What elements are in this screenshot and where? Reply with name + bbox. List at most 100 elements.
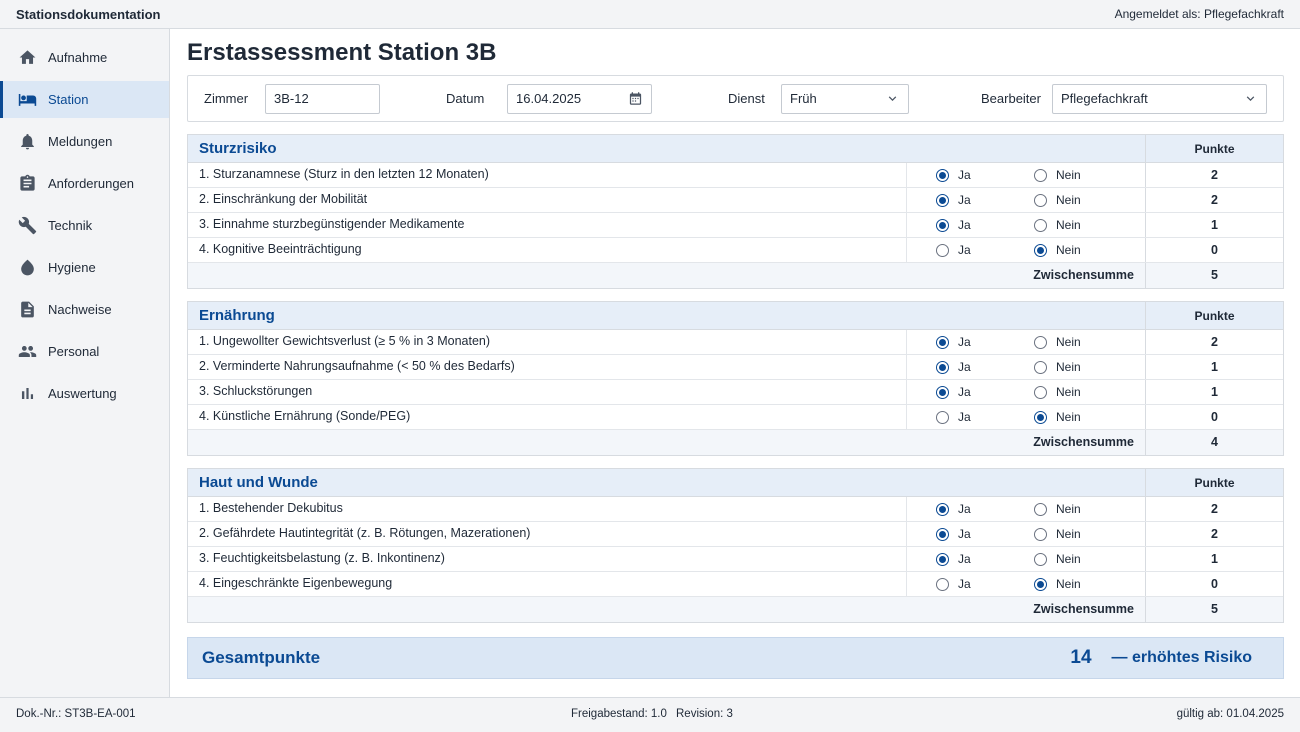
option-ja[interactable]: Ja [936, 360, 1034, 374]
radio-ja[interactable] [936, 502, 949, 516]
revision: Revision: 3 [676, 708, 733, 720]
sidebar-item-station[interactable]: Station [0, 81, 169, 118]
subtotal-row: Zwischensumme 4 [188, 430, 1283, 455]
option-nein[interactable]: Nein [1034, 502, 1124, 516]
option-ja[interactable]: Ja [936, 335, 1034, 349]
option-ja[interactable]: Ja [936, 552, 1034, 566]
release-state: Freigabestand: 1.0 [571, 708, 667, 720]
sidebar-item-meldungen[interactable]: Meldungen [0, 123, 169, 160]
table-row: 1. Sturzanamnese (Sturz in den letzten 1… [188, 163, 1283, 188]
radio-ja[interactable] [936, 243, 949, 257]
radio-nein[interactable] [1034, 168, 1047, 182]
option-nein[interactable]: Nein [1034, 410, 1124, 424]
radio-ja[interactable] [936, 385, 949, 399]
option-label: Nein [1056, 502, 1081, 516]
table-row: 4. Kognitive Beeinträchtigung Ja Nein 0 [188, 238, 1283, 263]
row-points: 1 [1145, 213, 1283, 237]
option-label: Ja [958, 193, 971, 207]
calendar-icon[interactable] [628, 91, 643, 106]
radio-ja[interactable] [936, 552, 949, 566]
sidebar-item-aufnahme[interactable]: Aufnahme [0, 39, 169, 76]
bearbeiter-select[interactable]: Pflegefachkraft [1052, 83, 1267, 114]
radio-ja[interactable] [936, 193, 949, 207]
answer-group: Ja Nein [906, 547, 1145, 571]
points-column-header: Punkte [1145, 302, 1283, 329]
sidebar-item-nachweise[interactable]: Nachweise [0, 291, 169, 328]
answer-group: Ja Nein [906, 522, 1145, 546]
radio-ja[interactable] [936, 218, 949, 232]
option-ja[interactable]: Ja [936, 218, 1034, 232]
option-label: Nein [1056, 577, 1081, 591]
option-ja[interactable]: Ja [936, 527, 1034, 541]
total-bar: Gesamtpunkte 14 — erhöhtes Risiko [187, 637, 1284, 679]
option-nein[interactable]: Nein [1034, 243, 1124, 257]
option-nein[interactable]: Nein [1034, 360, 1124, 374]
option-nein[interactable]: Nein [1034, 335, 1124, 349]
top-bar: Stationsdokumentation Angemeldet als: Pf… [0, 0, 1300, 29]
radio-ja[interactable] [936, 410, 949, 424]
subtotal-value: 4 [1145, 430, 1283, 455]
option-label: Nein [1056, 552, 1081, 566]
sidebar-item-auswertung[interactable]: Auswertung [0, 375, 169, 412]
radio-nein[interactable] [1034, 218, 1047, 232]
radio-ja[interactable] [936, 527, 949, 541]
radio-nein[interactable] [1034, 552, 1047, 566]
radio-nein[interactable] [1034, 502, 1047, 516]
table-row: 2. Gefährdete Hautintegrität (z. B. Rötu… [188, 522, 1283, 547]
valid-from: gültig ab: 01.04.2025 [1176, 708, 1284, 720]
sidebar-item-label: Personal [48, 344, 100, 359]
doc-number: Dok.-Nr.: ST3B-EA-001 [16, 708, 136, 720]
option-ja[interactable]: Ja [936, 385, 1034, 399]
dienst-select[interactable]: Früh [781, 83, 909, 114]
sidebar-item-technik[interactable]: Technik [0, 207, 169, 244]
option-nein[interactable]: Nein [1034, 193, 1124, 207]
row-points: 2 [1145, 163, 1283, 187]
answer-group: Ja Nein [906, 497, 1145, 521]
subtotal-row: Zwischensumme 5 [188, 263, 1283, 288]
datum-input[interactable]: 16.04.2025 [507, 83, 652, 114]
radio-ja[interactable] [936, 577, 949, 591]
option-ja[interactable]: Ja [936, 193, 1034, 207]
total-value: 14 [1070, 647, 1092, 668]
subtotal-label: Zwischensumme [1033, 435, 1134, 449]
option-nein[interactable]: Nein [1034, 168, 1124, 182]
radio-ja[interactable] [936, 360, 949, 374]
option-nein[interactable]: Nein [1034, 527, 1124, 541]
section-1: Ernährung Punkte 1. Ungewollter Gewichtsve… [187, 301, 1284, 456]
radio-ja[interactable] [936, 335, 949, 349]
answer-group: Ja Nein [906, 238, 1145, 262]
radio-nein[interactable] [1034, 577, 1047, 591]
answer-group: Ja Nein [906, 380, 1145, 404]
option-nein[interactable]: Nein [1034, 218, 1124, 232]
radio-ja[interactable] [936, 168, 949, 182]
option-nein[interactable]: Nein [1034, 385, 1124, 399]
radio-nein[interactable] [1034, 335, 1047, 349]
answer-group: Ja Nein [906, 330, 1145, 354]
radio-nein[interactable] [1034, 385, 1047, 399]
datum-label: Datum [446, 91, 485, 106]
radio-nein[interactable] [1034, 360, 1047, 374]
zimmer-input[interactable]: 3B-12 [265, 83, 380, 114]
sidebar-item-anforderungen[interactable]: Anforderungen [0, 165, 169, 202]
radio-nein[interactable] [1034, 243, 1047, 257]
row-points: 2 [1145, 330, 1283, 354]
option-ja[interactable]: Ja [936, 502, 1034, 516]
sidebar-item-personal[interactable]: Personal [0, 333, 169, 370]
people-icon [17, 342, 37, 362]
radio-nein[interactable] [1034, 527, 1047, 541]
subtotal-value: 5 [1145, 263, 1283, 288]
assessment-sections: Sturzrisiko Punkte 1. Sturzanamnese (Sturz… [187, 134, 1284, 623]
option-nein[interactable]: Nein [1034, 577, 1124, 591]
bar-chart-icon [17, 384, 37, 404]
radio-nein[interactable] [1034, 193, 1047, 207]
question-label: 4. Eingeschränkte Eigenbewegung [199, 576, 393, 590]
sidebar-item-hygiene[interactable]: Hygiene [0, 249, 169, 286]
option-label: Nein [1056, 385, 1081, 399]
option-nein[interactable]: Nein [1034, 552, 1124, 566]
option-ja[interactable]: Ja [936, 410, 1034, 424]
option-ja[interactable]: Ja [936, 168, 1034, 182]
option-label: Ja [958, 335, 971, 349]
option-ja[interactable]: Ja [936, 243, 1034, 257]
option-ja[interactable]: Ja [936, 577, 1034, 591]
radio-nein[interactable] [1034, 410, 1047, 424]
